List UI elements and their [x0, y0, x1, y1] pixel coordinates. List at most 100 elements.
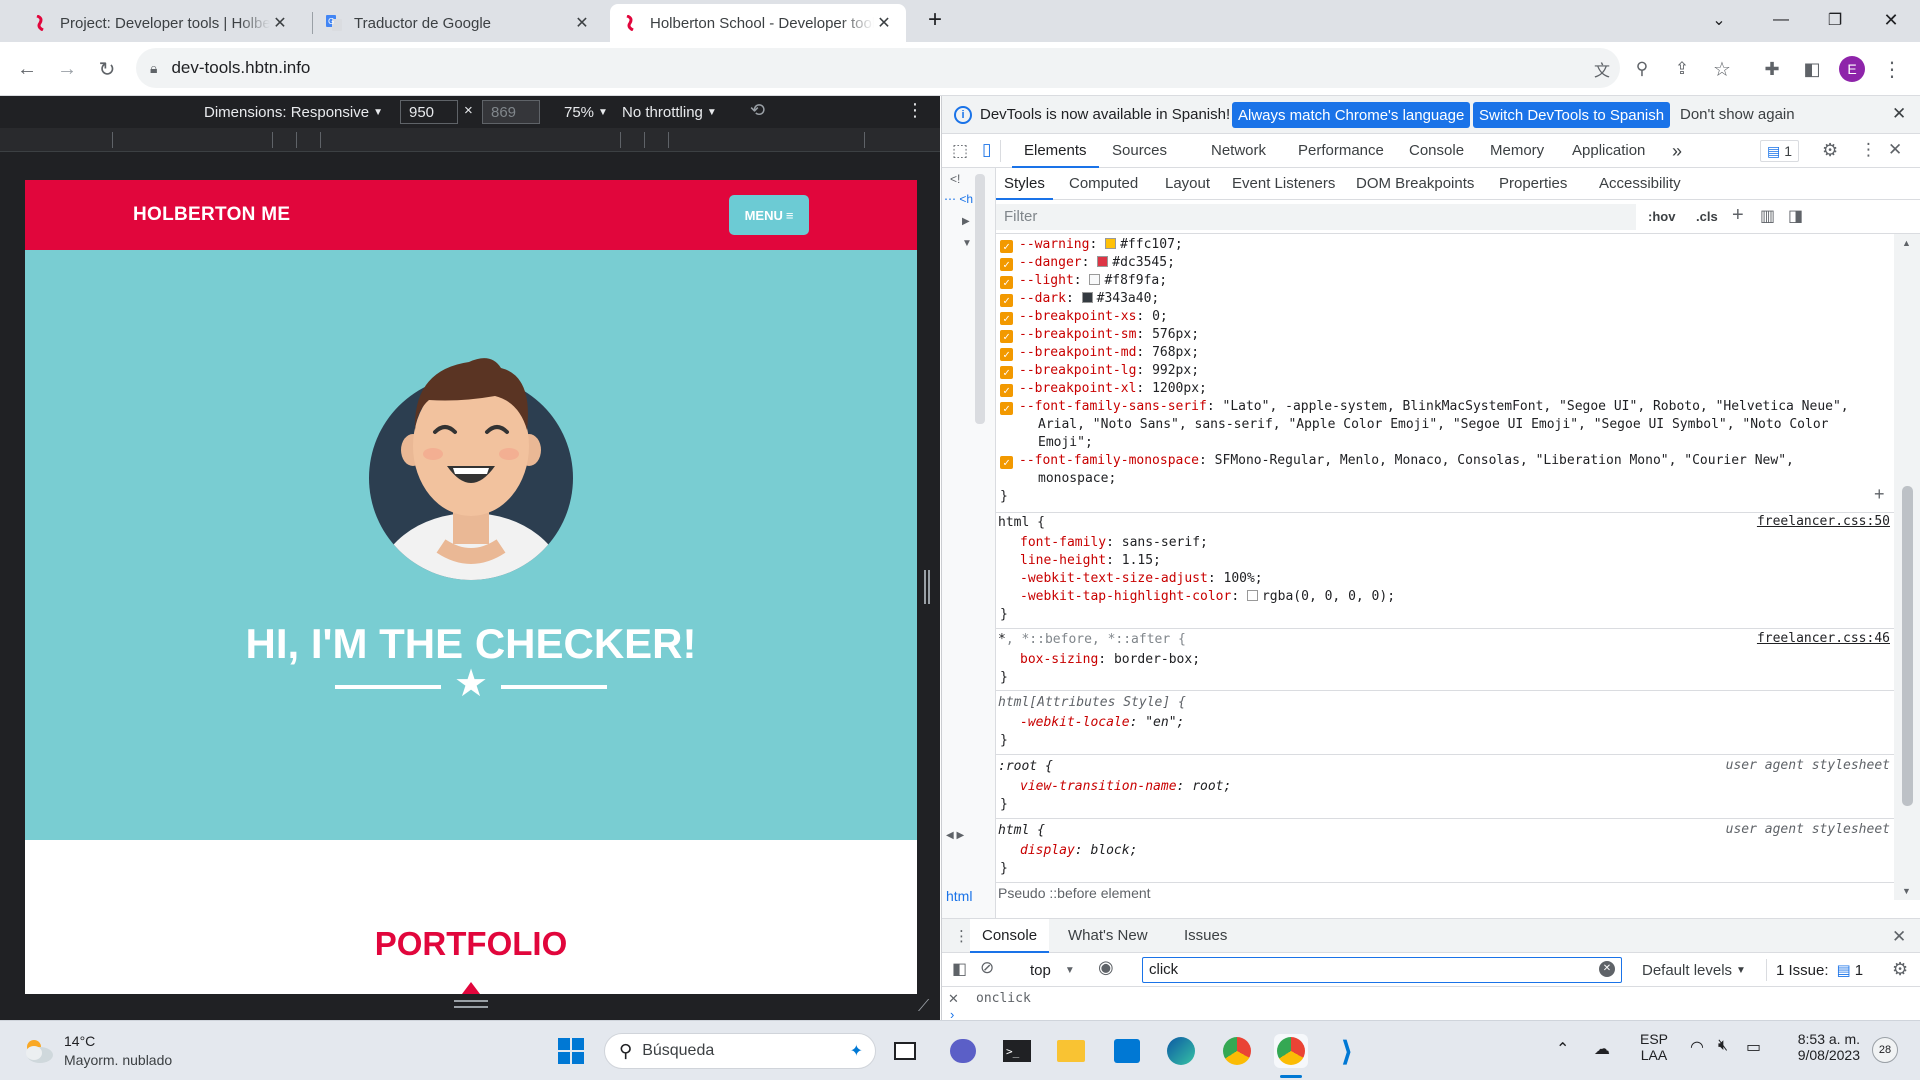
edge-icon[interactable] [1164, 1034, 1198, 1068]
checkbox-icon[interactable]: ✓ [1000, 348, 1013, 361]
new-tab-button[interactable]: + [912, 0, 958, 40]
site-brand[interactable]: HOLBERTON ME [133, 204, 290, 226]
address-bar[interactable]: 🔒︎ dev-tools.hbtn.info [136, 48, 1620, 88]
clear-filter-icon[interactable]: ✕ [1599, 961, 1615, 977]
menu-button[interactable]: MENU ≡ [729, 195, 809, 235]
close-window-icon[interactable]: ✕ [1868, 0, 1914, 40]
notification-badge[interactable]: 28 [1872, 1037, 1898, 1063]
close-tab-icon[interactable]: ✕ [874, 13, 894, 33]
subtab-layout[interactable]: Layout [1165, 168, 1210, 200]
source-link[interactable]: freelancer.css:50 [1757, 514, 1890, 529]
drawer-menu-icon[interactable]: ⋮ [954, 927, 969, 945]
media-query-bar[interactable] [0, 128, 940, 152]
color-swatch[interactable] [1089, 274, 1101, 285]
more-tabs-icon[interactable]: » [1672, 134, 1682, 168]
tab-holberton-active[interactable]: Holberton School - Developer tools ✕ [610, 4, 906, 42]
weather-desc[interactable]: Mayorm. nublado [64, 1052, 172, 1068]
settings-gear-icon[interactable]: ⚙ [1822, 140, 1838, 161]
chrome-menu-icon[interactable]: ⋮ [1878, 55, 1906, 83]
checkbox-icon[interactable]: ✓ [1000, 384, 1013, 397]
chrome-active-icon[interactable] [1274, 1034, 1308, 1068]
devtools-close-icon[interactable]: ✕ [1888, 140, 1902, 160]
cls-toggle[interactable]: .cls [1696, 209, 1718, 224]
breadcrumb[interactable]: html [946, 888, 972, 904]
url-text[interactable]: dev-tools.hbtn.info [171, 58, 310, 78]
minimize-icon[interactable]: — [1758, 0, 1804, 40]
checkbox-icon[interactable]: ✓ [1000, 294, 1013, 307]
color-swatch[interactable] [1246, 590, 1258, 601]
checkbox-icon[interactable]: ✓ [1000, 276, 1013, 289]
default-levels-dropdown[interactable]: Default levels ▼ [1642, 953, 1746, 987]
volume-muted-icon[interactable]: 🔇︎ [1718, 1037, 1728, 1055]
collapse-arrow-icon[interactable]: ▼ [962, 238, 972, 249]
styles-scroll-thumb[interactable] [1902, 486, 1913, 806]
color-swatch[interactable] [1105, 238, 1117, 249]
always-match-button[interactable]: Always match Chrome's language [1232, 102, 1471, 128]
scroll-down-icon[interactable]: ▼ [1902, 886, 1911, 896]
drawer-tab-issues[interactable]: Issues [1184, 919, 1227, 953]
profile-avatar[interactable]: E [1838, 55, 1866, 83]
add-property-icon[interactable]: + [1874, 484, 1885, 505]
checkbox-icon[interactable]: ✓ [1000, 456, 1013, 469]
color-swatch[interactable] [1081, 292, 1093, 303]
share-icon[interactable]: ⇪ [1668, 55, 1696, 83]
tab-elements[interactable]: Elements [1012, 134, 1099, 168]
zoom-dropdown[interactable]: 75% ▼ [564, 96, 608, 128]
dont-show-button[interactable]: Don't show again [1680, 106, 1795, 123]
tab-search-icon[interactable]: ⌄ [1696, 0, 1742, 40]
extensions-icon[interactable]: ✚ [1758, 55, 1786, 83]
console-sidebar-icon[interactable]: ◧ [952, 959, 967, 979]
tab-performance[interactable]: Performance [1298, 134, 1384, 168]
dom-scrollbar[interactable] [975, 174, 985, 424]
resize-handle-bottom[interactable] [454, 1000, 488, 1008]
inspect-element-icon[interactable]: ⬚ [952, 141, 968, 161]
issues-counter[interactable]: 1 Issue: ▤ 1 [1776, 953, 1863, 987]
tab-application[interactable]: Application [1572, 134, 1645, 168]
back-icon[interactable]: ← [13, 55, 41, 83]
new-rule-icon[interactable]: + [1732, 204, 1744, 227]
teams-chat-icon[interactable] [946, 1034, 980, 1068]
checkbox-icon[interactable]: ✓ [1000, 330, 1013, 343]
restore-icon[interactable]: ❐ [1812, 0, 1858, 40]
switch-spanish-button[interactable]: Switch DevTools to Spanish [1473, 102, 1671, 128]
show-hidden-icons[interactable]: ⌃ [1556, 1039, 1569, 1059]
styles-scrollbar[interactable]: ▲ ▼ [1894, 234, 1920, 900]
device-toggle-icon[interactable]: ▯ [982, 140, 991, 160]
subtab-styles[interactable]: Styles [996, 168, 1053, 200]
microsoft-store-icon[interactable] [1110, 1034, 1144, 1068]
input-language[interactable]: ESP LAA [1640, 1031, 1668, 1063]
drawer-close-icon[interactable]: ✕ [1892, 927, 1906, 947]
rotate-icon[interactable]: ⟲ [750, 100, 765, 121]
dimensions-dropdown[interactable]: Dimensions: Responsive ▼ [204, 96, 383, 128]
expand-arrow-icon[interactable]: ▶ [962, 216, 970, 227]
close-tab-icon[interactable]: ✕ [270, 13, 290, 33]
clear-console-icon[interactable]: ⊘ [980, 958, 994, 978]
taskbar-search[interactable]: ⚲ Búsqueda ✦ [604, 1033, 876, 1069]
checkbox-icon[interactable]: ✓ [1000, 366, 1013, 379]
checkbox-icon[interactable]: ✓ [1000, 240, 1013, 253]
width-input[interactable]: 950 [400, 100, 458, 124]
throttling-dropdown[interactable]: No throttling ▼ [622, 96, 717, 128]
checkbox-icon[interactable]: ✓ [1000, 402, 1013, 415]
terminal-icon[interactable]: >_ [1000, 1034, 1034, 1068]
file-explorer-icon[interactable] [1054, 1034, 1088, 1068]
scroll-left-icon[interactable]: ◀ ▶ [946, 830, 964, 841]
scroll-up-icon[interactable]: ▲ [1902, 238, 1911, 248]
weather-temp[interactable]: 14°C [64, 1033, 95, 1049]
side-panel-icon[interactable]: ◧ [1798, 55, 1826, 83]
subtab-dom-breakpoints[interactable]: DOM Breakpoints [1356, 168, 1474, 200]
tab-project[interactable]: Project: Developer tools | Holberton ✕ [20, 4, 302, 42]
resize-handle-right[interactable] [924, 570, 930, 604]
network-warning-icon[interactable]: ☁ [1594, 1039, 1610, 1059]
forward-icon[interactable]: → [53, 55, 81, 83]
subtab-properties[interactable]: Properties [1499, 168, 1567, 200]
hov-toggle[interactable]: :hov [1648, 209, 1675, 224]
tab-memory[interactable]: Memory [1490, 134, 1544, 168]
clock[interactable]: 8:53 a. m. 9/08/2023 [1774, 1031, 1860, 1063]
checkbox-icon[interactable]: ✓ [1000, 312, 1013, 325]
subtab-event-listeners[interactable]: Event Listeners [1232, 168, 1335, 200]
windows-start-icon[interactable] [554, 1034, 588, 1068]
close-tab-icon[interactable]: ✕ [572, 13, 592, 33]
wifi-icon[interactable]: ◠ [1690, 1037, 1704, 1057]
context-selector[interactable]: top ▼ [1030, 953, 1075, 987]
